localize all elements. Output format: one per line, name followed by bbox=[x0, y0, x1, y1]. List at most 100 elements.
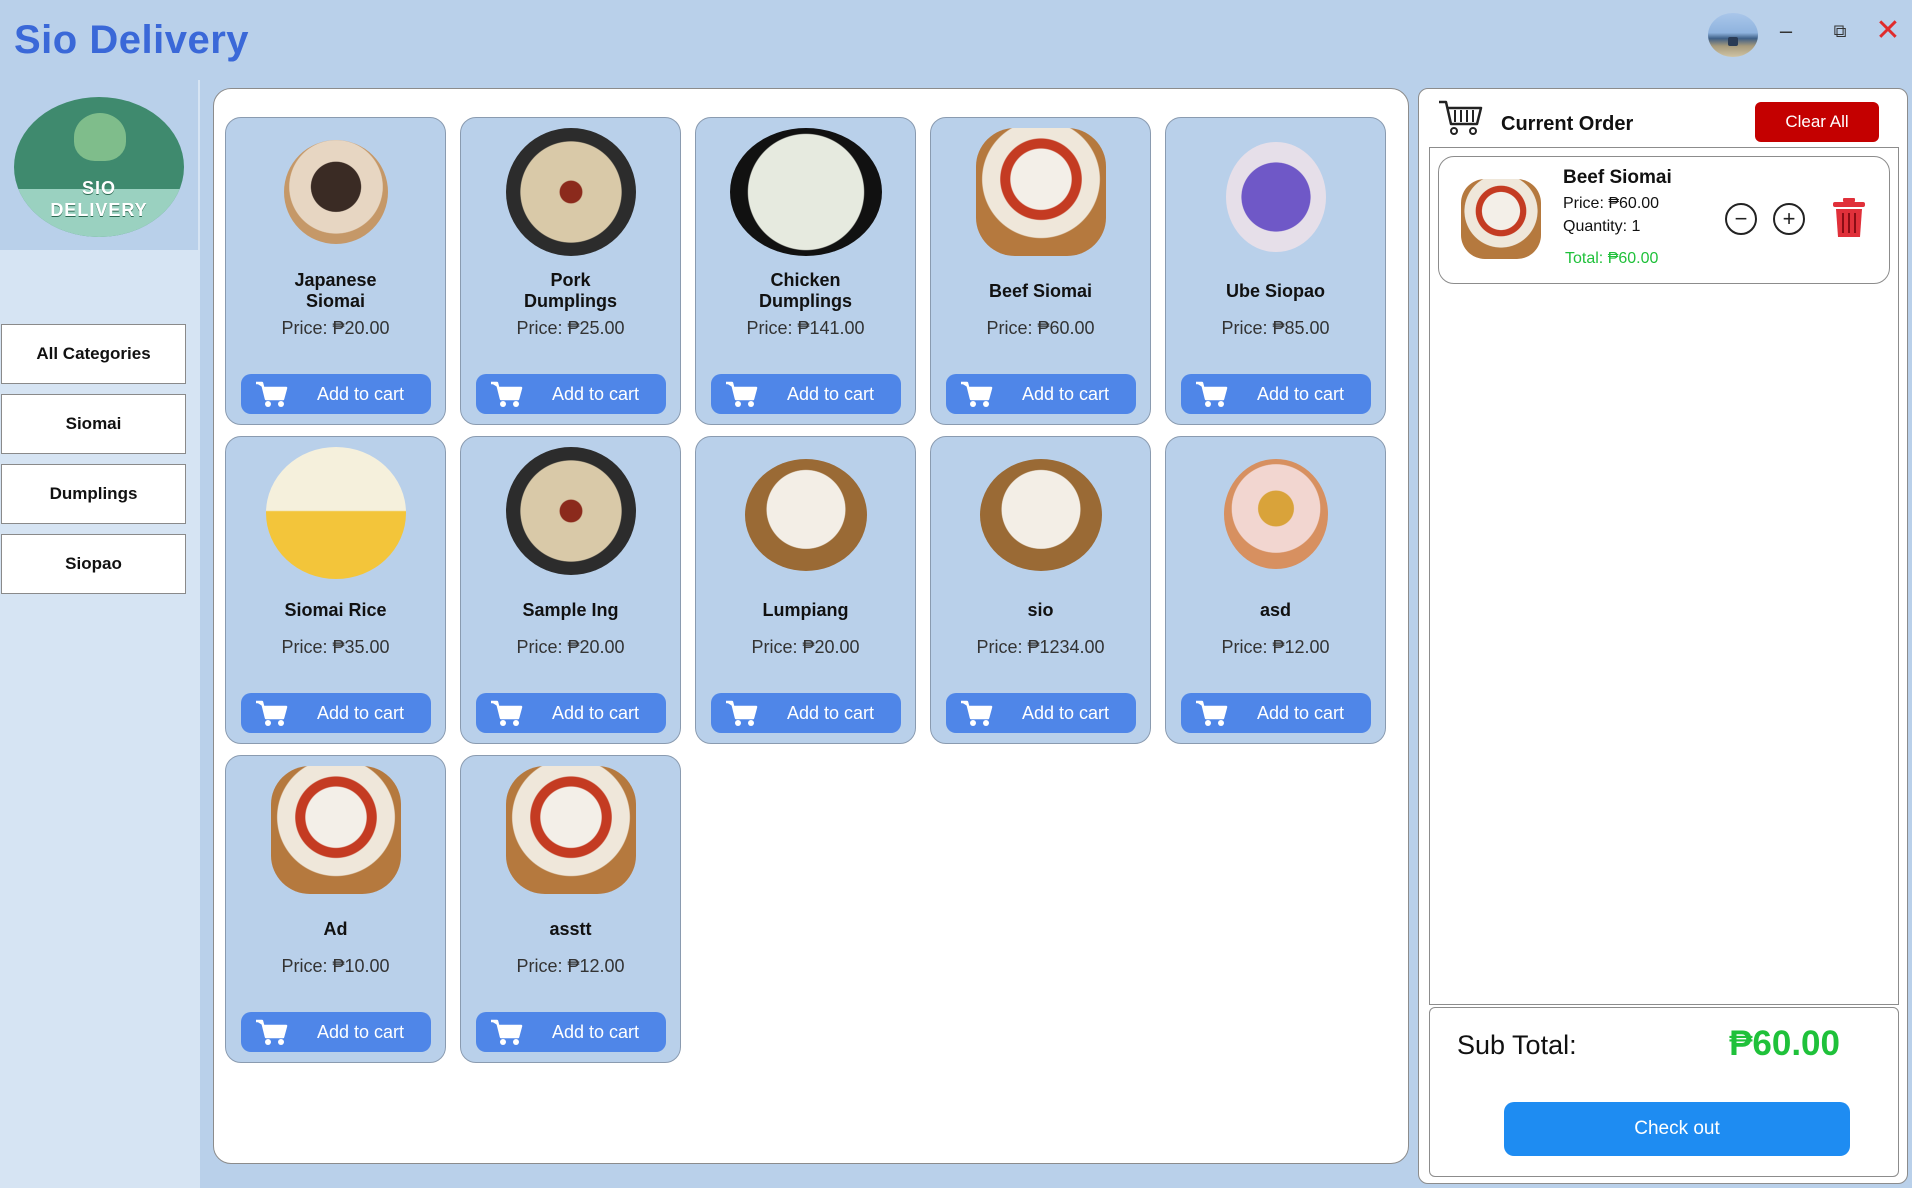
product-name: Japanese Siomai bbox=[294, 270, 377, 311]
product-price: Price: ₱20.00 bbox=[751, 637, 860, 657]
add-to-cart-button[interactable]: Add to cart bbox=[946, 374, 1136, 414]
order-item-total: Total: ₱60.00 bbox=[1565, 250, 1659, 267]
add-to-cart-icon bbox=[961, 381, 993, 407]
minimize-icon[interactable]: – bbox=[1766, 12, 1806, 50]
product-price: Price: ₱141.00 bbox=[746, 318, 865, 338]
add-to-cart-label: Add to cart bbox=[1022, 384, 1110, 404]
increase-quantity-button[interactable]: + bbox=[1773, 203, 1805, 235]
logo-area: SIO DELIVERY bbox=[0, 80, 198, 250]
current-order-title: Current Order bbox=[1501, 113, 1634, 135]
subtotal-label: Sub Total: bbox=[1457, 1030, 1577, 1060]
current-order-panel: Current Order Clear All Beef Siomai Pric… bbox=[1418, 88, 1908, 1184]
sidebar: SIO DELIVERY All Categories Siomai Dumpl… bbox=[0, 80, 200, 1188]
cart-icon bbox=[1439, 100, 1483, 135]
add-to-cart-label: Add to cart bbox=[787, 703, 875, 723]
add-to-cart-icon bbox=[1196, 381, 1228, 407]
product-card[interactable]: Lumpiang Price: ₱20.00 Add to cart bbox=[695, 436, 916, 744]
add-to-cart-label: Add to cart bbox=[552, 703, 640, 723]
product-price: Price: ₱35.00 bbox=[281, 637, 390, 657]
add-to-cart-icon bbox=[491, 381, 523, 407]
sio-delivery-logo: SIO DELIVERY bbox=[14, 97, 184, 237]
order-list[interactable]: Beef Siomai Price: ₱60.00 Quantity: 1 To… bbox=[1429, 147, 1899, 1005]
add-to-cart-label: Add to cart bbox=[317, 703, 405, 723]
japanese-siomai-icon bbox=[283, 140, 388, 244]
product-price: Price: ₱60.00 bbox=[986, 318, 1095, 338]
product-name: sio bbox=[1027, 600, 1054, 620]
add-to-cart-button[interactable]: Add to cart bbox=[241, 374, 431, 414]
product-card[interactable]: asstt Price: ₱12.00 Add to cart bbox=[460, 755, 681, 1063]
order-item-price: Price: ₱60.00 bbox=[1563, 195, 1660, 212]
category-all[interactable]: All Categories bbox=[1, 324, 186, 384]
product-name: asstt bbox=[549, 919, 592, 939]
add-to-cart-button[interactable]: Add to cart bbox=[1181, 693, 1371, 733]
product-card[interactable]: Ad Price: ₱10.00 Add to cart bbox=[225, 755, 446, 1063]
add-to-cart-button[interactable]: Add to cart bbox=[1181, 374, 1371, 414]
add-to-cart-icon bbox=[726, 700, 758, 726]
beef-siomai-icon bbox=[505, 766, 636, 894]
checkout-button[interactable]: Check out bbox=[1504, 1102, 1850, 1156]
product-card[interactable]: Japanese Siomai Price: ₱20.00 Add to cart bbox=[225, 117, 446, 425]
product-card[interactable]: Siomai Rice Price: ₱35.00 Add to cart bbox=[225, 436, 446, 744]
logo-line1: SIO bbox=[81, 178, 116, 198]
product-card[interactable]: Sample Ing Price: ₱20.00 Add to cart bbox=[460, 436, 681, 744]
add-to-cart-button[interactable]: Add to cart bbox=[476, 693, 666, 733]
product-name: Lumpiang bbox=[762, 600, 849, 620]
add-to-cart-icon bbox=[1196, 700, 1228, 726]
order-item-name: Beef Siomai bbox=[1563, 167, 1672, 188]
maximize-icon[interactable]: ⧉ bbox=[1820, 12, 1860, 50]
user-avatar[interactable] bbox=[1708, 13, 1758, 57]
product-name: Beef Siomai bbox=[988, 281, 1093, 301]
delivery-rider-icon bbox=[74, 113, 126, 161]
product-price: Price: ₱20.00 bbox=[516, 637, 625, 657]
add-to-cart-button[interactable]: Add to cart bbox=[946, 693, 1136, 733]
add-to-cart-label: Add to cart bbox=[1257, 384, 1345, 404]
category-siomai[interactable]: Siomai bbox=[1, 394, 186, 454]
add-to-cart-button[interactable]: Add to cart bbox=[711, 693, 901, 733]
add-to-cart-icon bbox=[491, 1019, 523, 1045]
product-price: Price: ₱10.00 bbox=[281, 956, 390, 976]
siomai-rice-icon bbox=[265, 447, 406, 579]
beef-siomai-icon bbox=[975, 128, 1106, 256]
decrease-quantity-button[interactable]: − bbox=[1725, 203, 1757, 235]
steamed-buns-icon bbox=[744, 459, 867, 571]
add-to-cart-button[interactable]: Add to cart bbox=[476, 374, 666, 414]
product-card[interactable]: Ube Siopao Price: ₱85.00 Add to cart bbox=[1165, 117, 1386, 425]
product-name: Chicken Dumplings bbox=[759, 270, 852, 311]
beef-siomai-icon bbox=[270, 766, 401, 894]
add-to-cart-label: Add to cart bbox=[1257, 703, 1345, 723]
clear-all-button[interactable]: Clear All bbox=[1755, 102, 1879, 142]
subtotal-box: Sub Total: ₱60.00 Check out bbox=[1429, 1007, 1899, 1177]
product-price: Price: ₱20.00 bbox=[281, 318, 390, 338]
add-to-cart-icon bbox=[961, 700, 993, 726]
product-card[interactable]: sio Price: ₱1234.00 Add to cart bbox=[930, 436, 1151, 744]
product-price: Price: ₱85.00 bbox=[1221, 318, 1330, 338]
category-dumplings[interactable]: Dumplings bbox=[1, 464, 186, 524]
add-to-cart-button[interactable]: Add to cart bbox=[476, 1012, 666, 1052]
product-card[interactable]: asd Price: ₱12.00 Add to cart bbox=[1165, 436, 1386, 744]
add-to-cart-label: Add to cart bbox=[317, 1022, 405, 1042]
product-card[interactable]: Chicken Dumplings Price: ₱141.00 Add to car… bbox=[695, 117, 916, 425]
siomai-basket-icon bbox=[1223, 459, 1328, 569]
trash-icon[interactable] bbox=[1831, 197, 1867, 239]
add-to-cart-button[interactable]: Add to cart bbox=[241, 693, 431, 733]
add-to-cart-label: Add to cart bbox=[317, 384, 405, 404]
chicken-dumplings-icon bbox=[729, 128, 882, 256]
product-price: Price: ₱1234.00 bbox=[976, 637, 1105, 657]
product-name: asd bbox=[1259, 600, 1292, 620]
add-to-cart-icon bbox=[256, 381, 288, 407]
add-to-cart-icon bbox=[726, 381, 758, 407]
order-item-quantity: Quantity: 1 bbox=[1563, 218, 1641, 235]
add-to-cart-icon bbox=[256, 1019, 288, 1045]
add-to-cart-button[interactable]: Add to cart bbox=[241, 1012, 431, 1052]
close-icon[interactable]: ✕ bbox=[1868, 12, 1908, 50]
product-price: Price: ₱25.00 bbox=[516, 318, 625, 338]
subtotal-value: ₱60.00 bbox=[1729, 1024, 1840, 1063]
category-siopao[interactable]: Siopao bbox=[1, 534, 186, 594]
add-to-cart-button[interactable]: Add to cart bbox=[711, 374, 901, 414]
logo-line2: DELIVERY bbox=[50, 200, 148, 220]
product-card[interactable]: Pork Dumplings Price: ₱25.00 Add to cart bbox=[460, 117, 681, 425]
product-card[interactable]: Beef Siomai Price: ₱60.00 Add to cart bbox=[930, 117, 1151, 425]
add-to-cart-label: Add to cart bbox=[1022, 703, 1110, 723]
product-name: Ad bbox=[323, 919, 348, 939]
steamed-buns-icon bbox=[979, 459, 1102, 571]
